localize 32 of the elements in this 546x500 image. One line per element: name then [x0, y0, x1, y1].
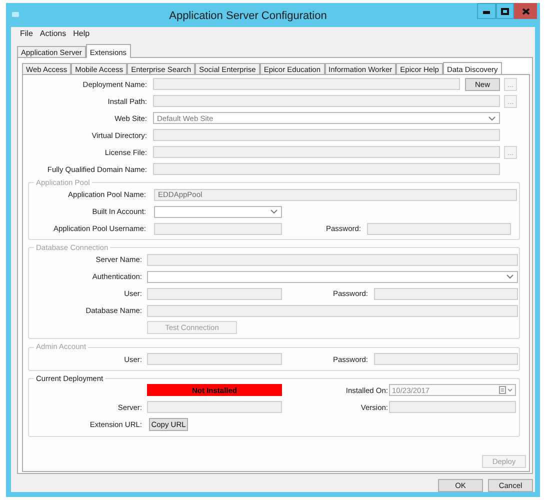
chevron-down-icon — [506, 273, 514, 280]
text-field[interactable] — [147, 353, 282, 366]
text-field[interactable] — [147, 401, 282, 414]
dropdown-field[interactable] — [147, 270, 518, 283]
text-field[interactable] — [153, 78, 460, 90]
app-icon — [12, 12, 19, 17]
menu-item[interactable]: Help — [70, 28, 93, 40]
text-field[interactable] — [147, 288, 282, 300]
menu-item[interactable]: Actions — [36, 28, 70, 40]
chevron-down-icon — [488, 114, 496, 122]
chevron-down-icon — [270, 208, 278, 216]
close-icon — [522, 8, 530, 14]
text-field[interactable] — [154, 222, 282, 235]
text-field[interactable] — [389, 401, 516, 414]
text-field[interactable] — [153, 95, 500, 108]
minimize-icon — [483, 8, 490, 14]
dropdown-field[interactable] — [154, 206, 282, 218]
minimize-button[interactable] — [477, 3, 496, 19]
window-title: Application Server Configuration — [168, 9, 328, 24]
menu-item[interactable]: File — [17, 28, 36, 40]
text-field[interactable] — [367, 222, 511, 235]
text-field[interactable] — [147, 304, 518, 317]
maximize-icon — [501, 8, 509, 14]
close-button[interactable] — [514, 3, 537, 19]
maximize-button[interactable] — [496, 3, 514, 19]
text-field[interactable] — [374, 288, 518, 300]
text-field[interactable] — [374, 353, 518, 366]
calendar-icon[interactable] — [499, 386, 513, 394]
text-field[interactable] — [153, 129, 500, 142]
text-field[interactable] — [153, 146, 500, 158]
text-field[interactable] — [153, 163, 500, 176]
text-field[interactable] — [147, 254, 518, 266]
